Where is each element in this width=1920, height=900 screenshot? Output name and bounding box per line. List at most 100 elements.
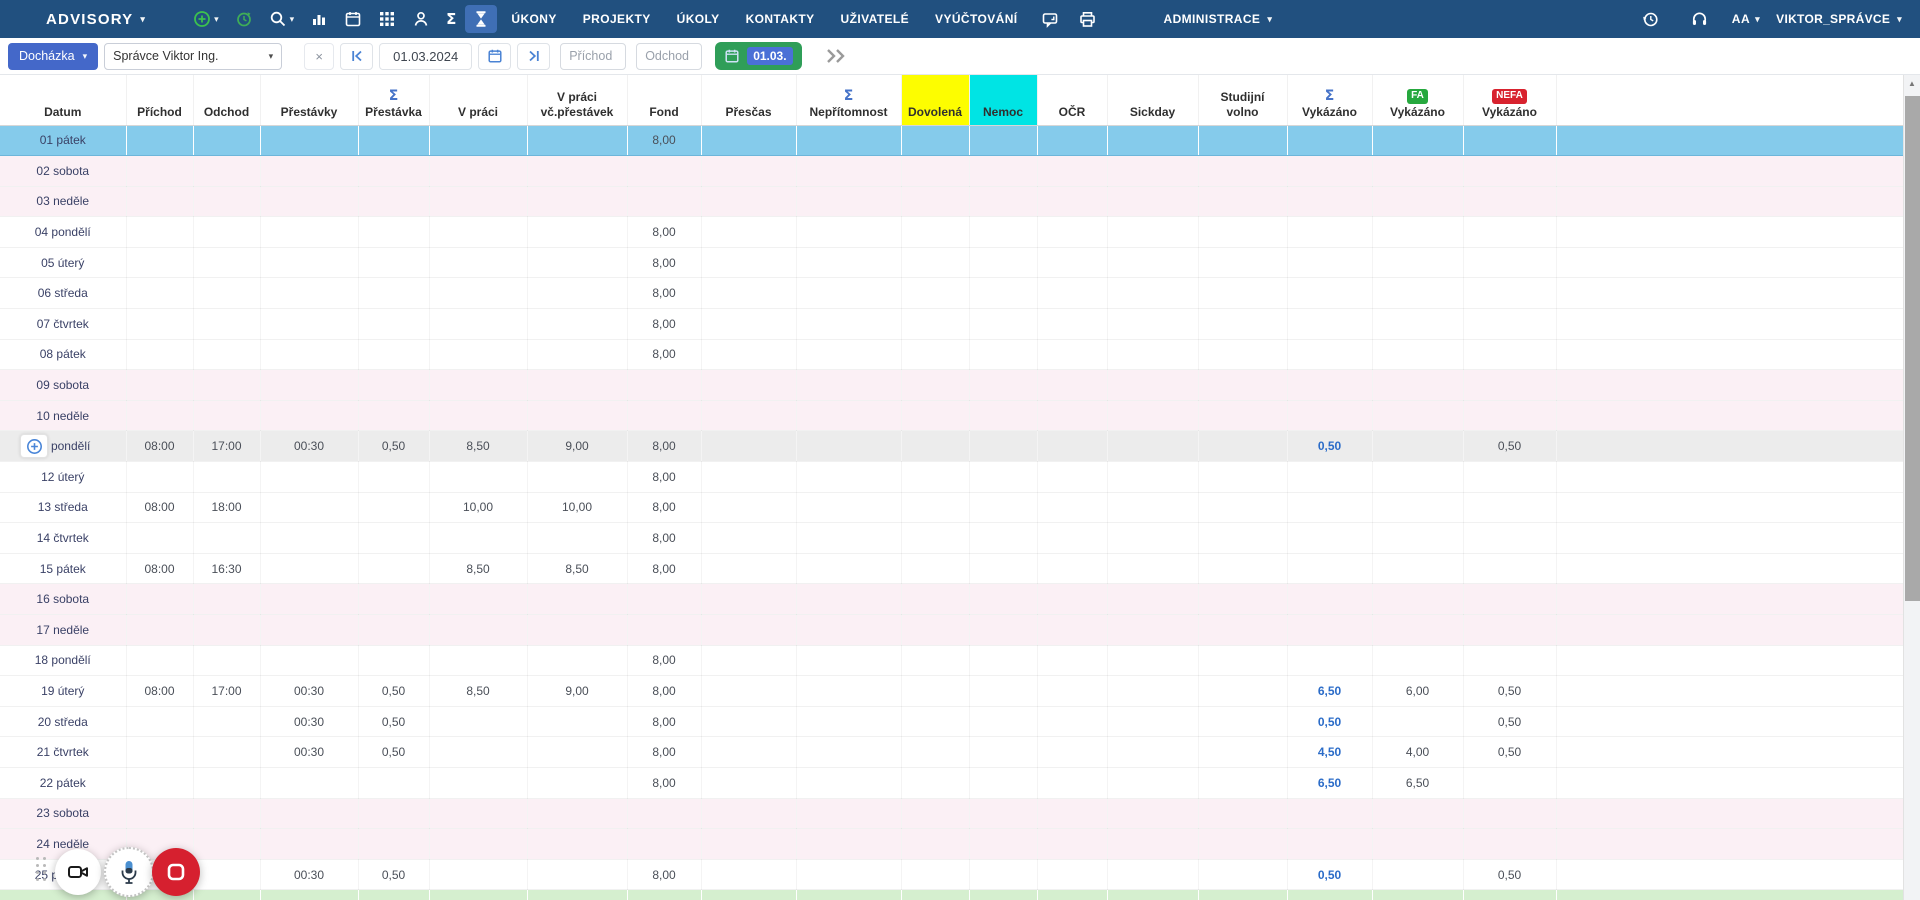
- cell-v_praci_vc[interactable]: [527, 829, 627, 860]
- cell-nefa_vykazano[interactable]: [1463, 278, 1556, 309]
- cell-sum_vykazano[interactable]: [1287, 156, 1372, 187]
- cell-prichod[interactable]: [126, 615, 193, 646]
- cell-sickday[interactable]: [1107, 523, 1198, 554]
- cell-nemoc[interactable]: [969, 278, 1037, 309]
- cell-nemoc[interactable]: [969, 186, 1037, 217]
- cell-fond[interactable]: 8,00: [627, 553, 701, 584]
- chat-button[interactable]: [1034, 5, 1067, 34]
- cell-sum_prestavka[interactable]: 0,50: [358, 431, 429, 462]
- cell-odchod[interactable]: [193, 278, 260, 309]
- cell-sum_vykazano[interactable]: [1287, 584, 1372, 615]
- cell-ocr[interactable]: [1037, 615, 1107, 646]
- cell-fa_vykazano[interactable]: [1372, 523, 1463, 554]
- cell-sum_prestavka[interactable]: [358, 553, 429, 584]
- cell-dovolena[interactable]: [901, 523, 969, 554]
- cell-fa_vykazano[interactable]: [1372, 584, 1463, 615]
- cell-dovolena[interactable]: [901, 676, 969, 707]
- cell-datum[interactable]: 14 čtvrtek: [0, 523, 126, 554]
- cell-prestavky[interactable]: [260, 523, 358, 554]
- cell-sum_vykazano[interactable]: [1287, 462, 1372, 493]
- cell-prichod[interactable]: [126, 584, 193, 615]
- cell-odchod[interactable]: [193, 767, 260, 798]
- time-tracking-button[interactable]: [228, 5, 260, 33]
- cell-nemoc[interactable]: [969, 217, 1037, 248]
- cell-datum[interactable]: 22 pátek: [0, 767, 126, 798]
- cell-fa_vykazano[interactable]: [1372, 798, 1463, 829]
- cell-prestavky[interactable]: [260, 615, 358, 646]
- date-value[interactable]: 01.03.2024: [379, 43, 472, 70]
- cell-datum[interactable]: 16 sobota: [0, 584, 126, 615]
- table-row[interactable]: 16 sobota: [0, 584, 1903, 615]
- cell-ocr[interactable]: [1037, 278, 1107, 309]
- cell-prichod[interactable]: [126, 370, 193, 401]
- cell-sickday[interactable]: [1107, 615, 1198, 646]
- cell-prescas[interactable]: [701, 767, 796, 798]
- table-row[interactable]: 14 čtvrtek8,00: [0, 523, 1903, 554]
- cell-sum_nepritomnost[interactable]: [796, 676, 901, 707]
- cell-fond[interactable]: 8,00: [627, 859, 701, 890]
- cell-sum_nepritomnost[interactable]: [796, 645, 901, 676]
- cell-dovolena[interactable]: [901, 829, 969, 860]
- cell-dovolena[interactable]: [901, 278, 969, 309]
- cell-prescas[interactable]: [701, 890, 796, 900]
- cell-v_praci_vc[interactable]: [527, 462, 627, 493]
- cell-prestavky[interactable]: [260, 125, 358, 156]
- cell-prescas[interactable]: [701, 706, 796, 737]
- table-row[interactable]: 03 neděle: [0, 186, 1903, 217]
- nav-kontakty[interactable]: KONTAKTY: [746, 12, 815, 26]
- cell-dovolena[interactable]: [901, 737, 969, 768]
- cell-sum_prestavka[interactable]: [358, 829, 429, 860]
- cell-fa_vykazano[interactable]: [1372, 125, 1463, 156]
- cell-v_praci_vc[interactable]: [527, 247, 627, 278]
- cell-prescas[interactable]: [701, 125, 796, 156]
- cell-nemoc[interactable]: [969, 615, 1037, 646]
- cell-prestavky[interactable]: [260, 156, 358, 187]
- cell-fond[interactable]: 8,00: [627, 462, 701, 493]
- cell-nefa_vykazano[interactable]: [1463, 615, 1556, 646]
- table-row[interactable]: 02 sobota: [0, 156, 1903, 187]
- cell-fond[interactable]: [627, 890, 701, 900]
- user-menu[interactable]: VIKTOR_SPRÁVCE ▾: [1776, 12, 1902, 26]
- cell-odchod[interactable]: 17:00: [193, 431, 260, 462]
- cell-fa_vykazano[interactable]: [1372, 706, 1463, 737]
- cell-prestavky[interactable]: [260, 829, 358, 860]
- cell-ocr[interactable]: [1037, 217, 1107, 248]
- cell-odchod[interactable]: [193, 370, 260, 401]
- cell-prescas[interactable]: [701, 798, 796, 829]
- cell-prestavky[interactable]: 00:30: [260, 859, 358, 890]
- cell-v_praci[interactable]: [429, 339, 527, 370]
- cell-fa_vykazano[interactable]: [1372, 339, 1463, 370]
- table-row[interactable]: 18 pondělí8,00: [0, 645, 1903, 676]
- cell-sum_nepritomnost[interactable]: [796, 859, 901, 890]
- cell-v_praci_vc[interactable]: [527, 217, 627, 248]
- cell-dovolena[interactable]: [901, 890, 969, 900]
- cell-sum_vykazano[interactable]: [1287, 309, 1372, 340]
- cell-sum_vykazano[interactable]: 4,50: [1287, 737, 1372, 768]
- cell-prescas[interactable]: [701, 553, 796, 584]
- table-row[interactable]: 06 středa8,00: [0, 278, 1903, 309]
- cell-sum_nepritomnost[interactable]: [796, 737, 901, 768]
- cell-prichod[interactable]: 08:00: [126, 431, 193, 462]
- cell-sickday[interactable]: [1107, 309, 1198, 340]
- cell-prescas[interactable]: [701, 370, 796, 401]
- cell-datum[interactable]: 11 pondělí: [0, 431, 126, 462]
- cell-nefa_vykazano[interactable]: [1463, 523, 1556, 554]
- cell-odchod[interactable]: [193, 186, 260, 217]
- cell-v_praci_vc[interactable]: [527, 523, 627, 554]
- cell-v_praci[interactable]: [429, 370, 527, 401]
- cell-nefa_vykazano[interactable]: 0,50: [1463, 676, 1556, 707]
- print-button[interactable]: [1071, 5, 1104, 34]
- cell-v_praci_vc[interactable]: [527, 370, 627, 401]
- cell-fa_vykazano[interactable]: [1372, 492, 1463, 523]
- cell-sum_vykazano[interactable]: 6,50: [1287, 676, 1372, 707]
- cell-fa_vykazano[interactable]: [1372, 462, 1463, 493]
- scroll-up-arrow-icon[interactable]: ▲: [1904, 75, 1920, 92]
- cell-nefa_vykazano[interactable]: [1463, 125, 1556, 156]
- cell-dovolena[interactable]: [901, 462, 969, 493]
- cell-sum_prestavka[interactable]: [358, 309, 429, 340]
- cell-fond[interactable]: [627, 156, 701, 187]
- table-row[interactable]: 09 sobota: [0, 370, 1903, 401]
- cell-v_praci_vc[interactable]: 10,00: [527, 492, 627, 523]
- cell-fond[interactable]: 8,00: [627, 737, 701, 768]
- cell-studijni_volno[interactable]: [1198, 247, 1287, 278]
